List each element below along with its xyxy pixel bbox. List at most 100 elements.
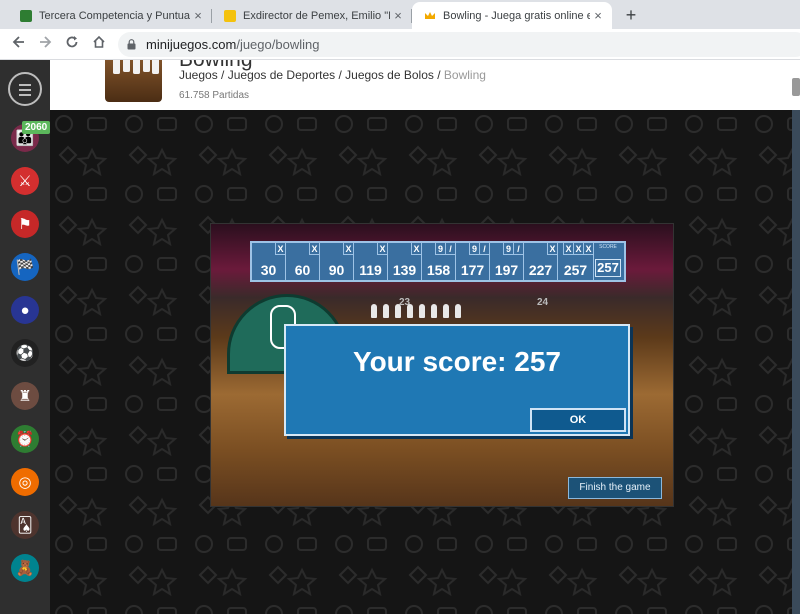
strategy-icon[interactable]: ♜	[11, 382, 39, 410]
frame-rolls: XXX	[563, 243, 593, 255]
crown-favicon-icon	[424, 10, 436, 22]
roll-mark: X	[563, 243, 573, 255]
frame-rolls: X	[547, 243, 557, 255]
close-tab-icon[interactable]: ×	[190, 8, 206, 23]
game-thumbnail[interactable]	[105, 60, 162, 102]
frame-total: 119	[359, 262, 382, 278]
frame-rolls: 9/	[503, 243, 523, 255]
shooting-icon[interactable]: ◎	[11, 468, 39, 496]
address-bar[interactable]: minijuegos.com/juego/bowling	[118, 32, 800, 57]
url-text: minijuegos.com/juego/bowling	[146, 37, 320, 52]
score-frame: X 227	[524, 243, 558, 280]
browser-tab-bar: Tercera Competencia y Puntuació × Exdire…	[0, 0, 800, 29]
score-frame: X 139	[388, 243, 422, 280]
tab-title: Bowling - Juega gratis online en	[443, 9, 590, 22]
frame-rolls: 9/	[469, 243, 489, 255]
roll-mark: /	[479, 243, 489, 255]
total-score-box: SCORE 257	[592, 243, 624, 280]
reload-icon[interactable]	[61, 34, 83, 56]
new-tab-button[interactable]: +	[620, 4, 642, 26]
breadcrumb-link-deportes[interactable]: Juegos de Deportes	[228, 68, 335, 82]
total-score-value: 257	[595, 259, 621, 277]
tab-tercera-competencia[interactable]: Tercera Competencia y Puntuació ×	[8, 2, 212, 29]
browser-toolbar: minijuegos.com/juego/bowling	[0, 29, 800, 60]
pins	[371, 304, 461, 318]
score-dialog: Your score: 257 OK	[284, 324, 630, 436]
frame-total: 139	[392, 262, 417, 278]
roll-mark: X	[411, 243, 421, 255]
roll-mark: X	[343, 243, 353, 255]
frame-total: 158	[426, 262, 451, 278]
roll-mark: X	[377, 243, 387, 255]
tab-title: Tercera Competencia y Puntuació	[39, 9, 190, 22]
roll-mark: X	[275, 243, 285, 255]
sports-icon[interactable]: ⚽	[11, 339, 39, 367]
score-frame: X 30	[252, 243, 286, 280]
frame-rolls: X	[275, 243, 285, 255]
roll-mark: 9	[503, 243, 513, 255]
roll-mark: X	[573, 243, 583, 255]
action-icon[interactable]: ⚔	[11, 167, 39, 195]
roll-mark: /	[513, 243, 523, 255]
score-frame: X 119	[354, 243, 388, 280]
cards-icon[interactable]: 🂡	[11, 511, 39, 539]
frame-rolls: X	[377, 243, 387, 255]
racing-icon[interactable]: 🏁	[11, 253, 39, 281]
roll-mark: /	[445, 243, 455, 255]
finish-game-button[interactable]: Finish the game	[568, 477, 662, 499]
frame-rolls: X	[343, 243, 353, 255]
breadcrumb-current: Bowling	[443, 68, 486, 82]
scoreboard: X 30 X 60 X 90 X 119 X 139 9/158 9/177 9/197 X 227 X X X 2…	[250, 241, 626, 282]
lock-icon	[127, 39, 136, 50]
skill-icon[interactable]: ⏰	[11, 425, 39, 453]
news-favicon-icon	[224, 9, 236, 22]
breadcrumb: Juegos / Juegos de Deportes / Juegos de …	[179, 68, 486, 82]
score-message: Your score: 257	[352, 346, 562, 377]
kids-icon[interactable]: 🧸	[11, 554, 39, 582]
arcade-icon[interactable]: ●	[11, 296, 39, 324]
score-frame: 9/197	[490, 243, 524, 280]
tab-exdirector-pemex[interactable]: Exdirector de Pemex, Emilio "N", ×	[212, 2, 412, 29]
site-favicon-icon	[20, 9, 32, 22]
score-frame: X 90	[320, 243, 354, 280]
frame-total: 60	[294, 262, 311, 278]
lane-number: 24	[537, 297, 549, 308]
frame-total: 177	[460, 262, 485, 278]
roll-mark: X	[309, 243, 319, 255]
breadcrumb-link-juegos[interactable]: Juegos	[179, 68, 218, 82]
frame-total: 90	[328, 262, 345, 278]
frame-total: 227	[528, 262, 553, 278]
bowling-game-canvas[interactable]: 23 24 X 30 X 60 X 90 X 119 X 139 9/158 9/177 9/197 X 2…	[210, 223, 674, 507]
roll-mark: 9	[469, 243, 479, 255]
adventure-icon[interactable]: ⚑	[11, 210, 39, 238]
total-score-label: SCORE	[599, 244, 617, 250]
ok-button[interactable]: OK	[530, 408, 626, 432]
score-frame: 9/158	[422, 243, 456, 280]
frame-total: 197	[494, 262, 519, 278]
frame-total: 30	[260, 262, 277, 278]
game-header: Bowling Juegos / Juegos de Deportes / Ju…	[50, 60, 800, 110]
right-panel-edge	[792, 110, 800, 614]
tab-bowling[interactable]: Bowling - Juega gratis online en ×	[412, 2, 612, 29]
score-frame: X 60	[286, 243, 320, 280]
roll-mark: 9	[435, 243, 445, 255]
category-sidebar: 👪 ⚔ ⚑ 🏁 ● ⚽ ♜ ⏰ ◎ 🂡 🧸 2060	[0, 60, 51, 614]
frame-rolls: X	[309, 243, 319, 255]
tab-title: Exdirector de Pemex, Emilio "N",	[243, 9, 390, 22]
frame-rolls: 9/	[435, 243, 455, 255]
close-tab-icon[interactable]: ×	[590, 8, 606, 23]
score-frame: X X X 257	[558, 243, 594, 280]
roll-mark: X	[547, 243, 557, 255]
score-frame: 9/177	[456, 243, 490, 280]
frame-rolls: X	[411, 243, 421, 255]
close-tab-icon[interactable]: ×	[390, 8, 406, 23]
forward-arrow-icon[interactable]	[34, 34, 56, 56]
back-arrow-icon[interactable]	[8, 34, 30, 56]
breadcrumb-link-bolos[interactable]: Juegos de Bolos	[345, 68, 434, 82]
play-count: 61.758 Partidas	[179, 90, 250, 101]
frame-total: 257	[563, 262, 588, 278]
home-icon[interactable]	[88, 34, 110, 56]
menu-hamburger-icon[interactable]	[8, 72, 42, 106]
notification-badge: 2060	[22, 121, 51, 134]
like-icon[interactable]	[792, 78, 800, 96]
